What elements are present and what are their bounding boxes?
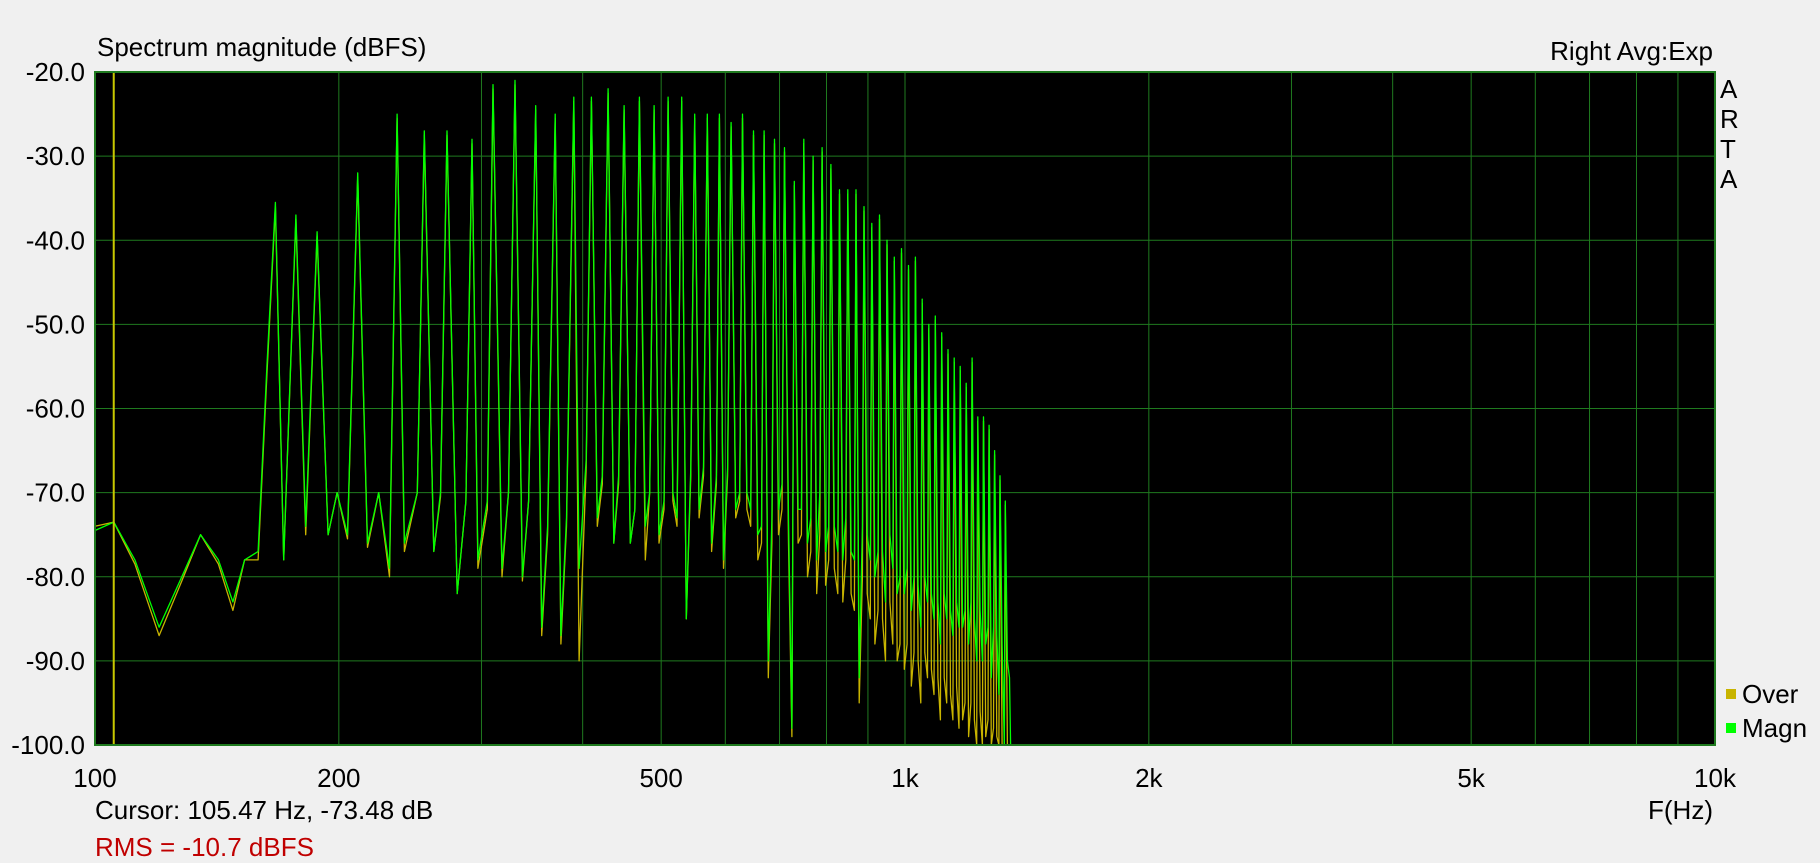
- x-axis-label: F(Hz): [1648, 795, 1713, 825]
- legend-magn-swatch: [1726, 723, 1736, 733]
- y-axis-tick-labels: -20.0 -30.0 -40.0 -50.0 -60.0 -70.0 -80.0 -90.0…: [11, 57, 85, 760]
- legend: Over Magn: [1726, 679, 1807, 743]
- x-tick-label: 5k: [1457, 763, 1485, 793]
- x-tick-label: 2k: [1135, 763, 1163, 793]
- y-tick-label: -50.0: [26, 309, 85, 339]
- cursor-readout: Cursor: 105.47 Hz, -73.48 dB: [95, 795, 434, 825]
- chart-title: Spectrum magnitude (dBFS): [97, 32, 426, 62]
- channel-label: Right Avg:Exp: [1550, 36, 1713, 66]
- x-tick-label: 500: [639, 763, 682, 793]
- x-axis-tick-labels: 100 200 500 1k 2k 5k 10k: [73, 763, 1737, 793]
- legend-over-label: Over: [1742, 679, 1799, 709]
- x-tick-label: 100: [73, 763, 116, 793]
- x-tick-label: 10k: [1694, 763, 1737, 793]
- brand-letter: T: [1720, 134, 1736, 164]
- brand-letter: A: [1720, 164, 1738, 194]
- y-tick-label: -60.0: [26, 394, 85, 424]
- y-tick-label: -40.0: [26, 225, 85, 255]
- arta-brand: A R T A: [1720, 74, 1739, 194]
- rms-readout: RMS = -10.7 dBFS: [95, 832, 314, 862]
- y-tick-label: -20.0: [26, 57, 85, 87]
- y-tick-label: -30.0: [26, 141, 85, 171]
- brand-letter: R: [1720, 104, 1739, 134]
- y-tick-label: -70.0: [26, 478, 85, 508]
- spectrum-chart[interactable]: -20.0 -30.0 -40.0 -50.0 -60.0 -70.0 -80.0 -90.0…: [0, 0, 1820, 855]
- y-tick-label: -90.0: [26, 646, 85, 676]
- y-tick-label: -80.0: [26, 562, 85, 592]
- legend-magn-label: Magn: [1742, 713, 1807, 743]
- x-tick-label: 1k: [891, 763, 919, 793]
- brand-letter: A: [1720, 74, 1738, 104]
- x-tick-label: 200: [317, 763, 360, 793]
- arta-spectrum-window: -20.0 -30.0 -40.0 -50.0 -60.0 -70.0 -80.0 -90.0…: [0, 0, 1820, 862]
- legend-over-swatch: [1726, 689, 1736, 699]
- y-tick-label: -100.0: [11, 730, 85, 760]
